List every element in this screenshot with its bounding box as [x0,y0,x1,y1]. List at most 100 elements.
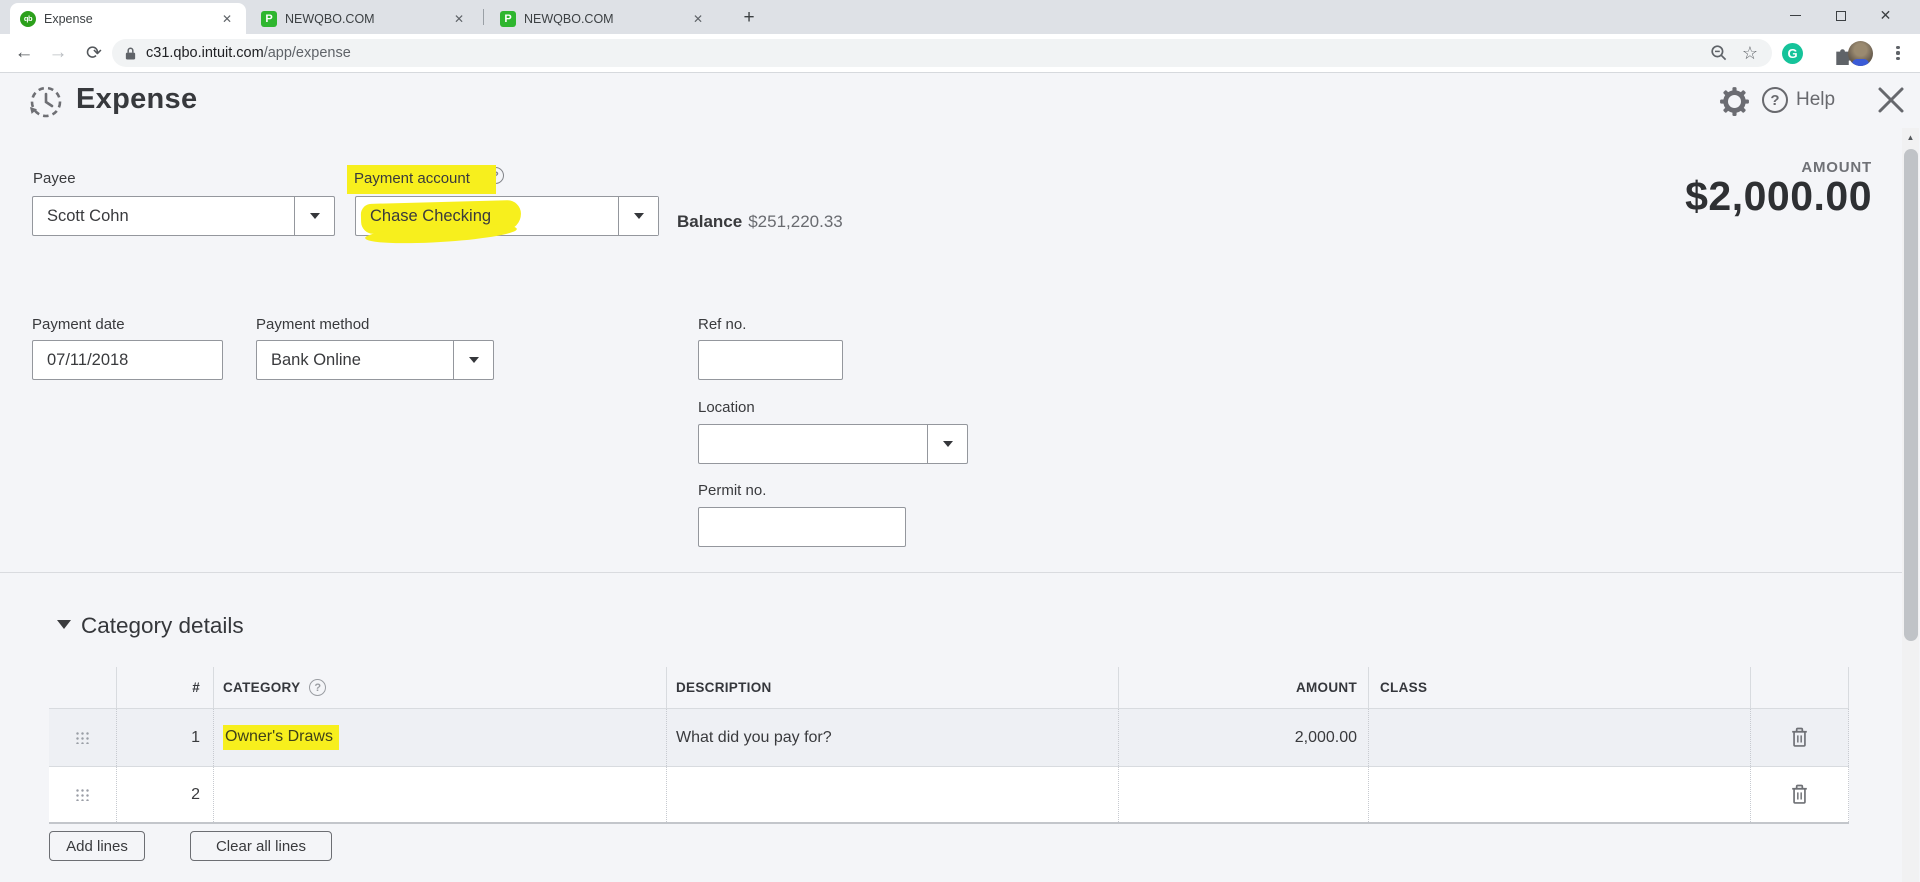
url-text: c31.qbo.intuit.com/app/expense [146,45,351,61]
recent-transactions-icon[interactable] [26,82,66,127]
permit-no-label: Permit no. [698,482,767,499]
category-value: Owner's Draws [223,725,339,750]
scrollbar-up-arrow[interactable]: ▲ [1902,128,1919,146]
tab-title: Expense [44,11,93,26]
class-cell[interactable] [1369,709,1751,766]
location-label: Location [698,399,755,416]
tab-close-icon[interactable]: ✕ [689,10,707,28]
gear-icon[interactable] [1718,85,1751,123]
payment-account-value: Chase Checking [370,206,492,225]
payment-date-field[interactable]: 07/11/2018 [32,340,223,380]
tab-close-icon[interactable]: ✕ [218,10,236,28]
payment-account-dropdown-button[interactable] [618,197,658,235]
payment-method-label: Payment method [256,316,370,333]
delete-row-button[interactable] [1751,767,1849,822]
amount-cell[interactable]: 2,000.00 [1119,709,1369,766]
location-field[interactable] [698,424,968,464]
window-close-button[interactable]: ✕ [1863,0,1908,31]
profile-avatar[interactable] [1848,41,1873,66]
section-divider [0,572,1903,573]
drag-handle[interactable] [49,767,117,822]
url-path: /app/expense [263,45,351,61]
description-cell[interactable]: What did you pay for? [667,709,1119,766]
refresh-button[interactable]: ⟳ [80,39,108,67]
drag-column-header [49,667,117,708]
class-cell[interactable] [1369,767,1751,822]
lock-icon [125,46,136,60]
payment-method-field[interactable]: Bank Online [256,340,494,380]
table-row: 1 Owner's Draws What did you pay for? 2,… [49,708,1849,766]
ref-no-field[interactable] [698,340,843,380]
payment-method-dropdown-button[interactable] [453,341,493,379]
category-details-table: # CATEGORY ? DESCRIPTION AMOUNT CLASS 1 … [49,667,1849,824]
new-tab-button[interactable]: + [736,5,762,31]
actions-column-header [1751,667,1849,708]
browser-menu-icon[interactable] [1890,40,1906,66]
minimize-icon [1790,14,1801,17]
amount-cell[interactable] [1119,767,1369,822]
p-favicon-icon: P [500,10,516,27]
hash-column-header: # [117,667,214,708]
collapse-triangle-icon[interactable] [57,620,71,636]
description-cell[interactable] [667,767,1119,822]
payment-date-label: Payment date [32,316,125,333]
category-cell[interactable]: Owner's Draws [214,709,667,766]
question-glyph: ? [1770,91,1780,109]
add-lines-button[interactable]: Add lines [49,831,145,861]
drag-dots-icon [75,731,90,744]
close-icon: ✕ [1879,7,1892,23]
avatar-detail [1852,59,1869,66]
row-number: 2 [117,767,214,822]
category-cell[interactable] [214,767,667,822]
payee-label: Payee [33,170,76,187]
category-details-title: Category details [81,613,244,638]
window-minimize-button[interactable] [1773,0,1818,31]
payee-field[interactable]: Scott Cohn [32,196,335,236]
window-maximize-button[interactable] [1818,0,1863,31]
payee-dropdown-button[interactable] [294,197,334,235]
delete-row-button[interactable] [1751,709,1849,766]
balance-label: Balance [677,212,743,231]
class-column-header: CLASS [1369,667,1751,708]
tab-newqbo-2[interactable]: P NEWQBO.COM ✕ [490,3,717,34]
help-label[interactable]: Help [1796,89,1835,111]
page-scrollbar[interactable]: ▲ [1902,128,1919,882]
clear-all-lines-button[interactable]: Clear all lines [190,831,332,861]
quickbooks-favicon-icon: qb [20,10,36,27]
back-button[interactable]: ← [10,39,38,67]
table-header-row: # CATEGORY ? DESCRIPTION AMOUNT CLASS [49,667,1849,708]
row-number: 1 [117,709,214,766]
p-favicon-icon: P [261,10,277,27]
balance-text: Balance $251,220.33 [677,212,843,232]
balance-value: $251,220.33 [748,212,843,231]
address-bar[interactable]: c31.qbo.intuit.com/app/expense ☆ [112,39,1772,67]
payment-date-value: 07/11/2018 [47,350,129,369]
trash-icon [1792,784,1807,804]
page-close-icon[interactable] [1876,85,1906,120]
zoom-icon[interactable] [1710,44,1728,62]
tab-close-icon[interactable]: ✕ [450,10,468,28]
tab-newqbo-1[interactable]: P NEWQBO.COM ✕ [251,3,478,34]
chevron-down-icon [309,213,320,224]
payment-account-label: Payment account [347,165,496,194]
chevron-down-icon [468,357,479,368]
browser-toolbar: ← → ⟳ c31.qbo.intuit.com/app/expense ☆ G [0,34,1920,73]
category-help-icon[interactable]: ? [309,679,327,696]
scrollbar-thumb[interactable] [1903,149,1918,641]
browser-tab-strip: qb Expense ✕ P NEWQBO.COM ✕ P NEWQBO.COM… [0,0,1920,34]
forward-button[interactable]: → [44,39,72,67]
bookmark-star-icon[interactable]: ☆ [1742,43,1758,64]
url-host: c31.qbo.intuit.com [146,45,264,61]
tab-separator [483,9,484,25]
drag-handle[interactable] [49,709,117,766]
table-row: 2 [49,766,1849,824]
location-dropdown-button[interactable] [927,425,967,463]
payment-account-field[interactable]: Chase Checking [355,196,659,248]
maximize-icon [1835,10,1846,21]
amount-value: $2,000.00 [1685,173,1872,219]
help-question-icon[interactable]: ? [1762,87,1788,113]
grammarly-extension-icon[interactable]: G [1782,43,1803,64]
trash-icon [1792,727,1807,747]
tab-expense[interactable]: qb Expense ✕ [10,3,246,34]
permit-no-field[interactable] [698,507,906,547]
